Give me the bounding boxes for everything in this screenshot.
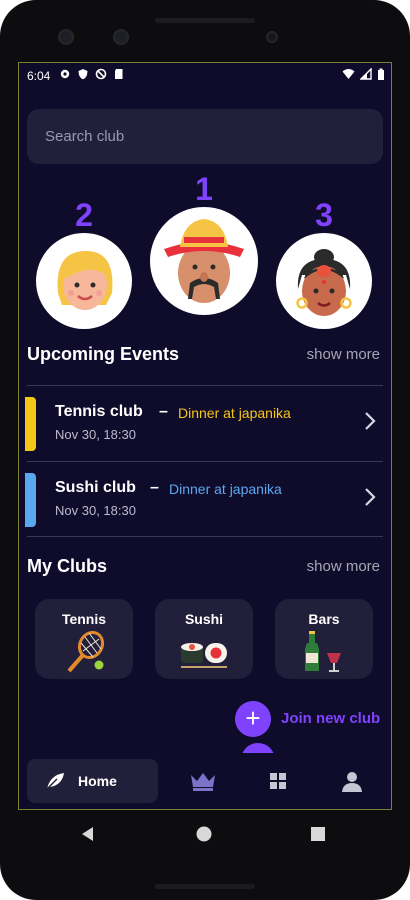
search-input[interactable]: Search club	[27, 109, 383, 164]
sombrero-man-avatar[interactable]	[150, 207, 258, 315]
upcoming-events-title: Upcoming Events	[27, 344, 180, 364]
home-leaf-icon	[45, 773, 64, 791]
divider	[27, 461, 383, 462]
bottom-speaker	[155, 884, 255, 889]
club-card-bars[interactable]: Bars	[275, 599, 373, 679]
crown-icon[interactable]	[189, 769, 217, 793]
event-subtitle: Dinner at japanika	[169, 481, 282, 497]
sushi-icon	[181, 643, 227, 668]
grid-icon[interactable]	[264, 769, 292, 793]
event-date: Nov 30, 18:30	[55, 503, 136, 518]
club-card-tennis[interactable]: Tennis	[35, 599, 133, 679]
proximity-sensor	[266, 31, 278, 43]
clubs-show-more-link[interactable]: show more	[307, 558, 380, 575]
club-label: Tennis	[61, 611, 107, 627]
chevron-right-icon	[365, 412, 376, 430]
event-separator: –	[159, 403, 168, 420]
tennis-racket-icon	[67, 631, 105, 673]
event-club-name: Tennis club	[55, 403, 143, 420]
upcoming-show-more-link[interactable]: show more	[307, 346, 380, 363]
home-button-icon[interactable]	[195, 825, 213, 843]
system-navigation-bar	[0, 810, 410, 860]
event-row-sushi[interactable]: Sushi club – Dinner at japanika Nov 30, …	[25, 473, 383, 533]
nav-home-label: Home	[78, 773, 117, 789]
event-color-bar	[25, 397, 36, 451]
divider	[27, 536, 383, 537]
rank-number-3: 3	[315, 197, 333, 233]
divider	[27, 385, 383, 386]
club-label: Bars	[308, 611, 340, 627]
app-screen: 6:04 Search club 2 1 3 Upcoming Events s…	[18, 62, 392, 810]
recent-apps-icon[interactable]	[309, 825, 327, 843]
back-icon[interactable]	[79, 825, 97, 843]
event-color-bar	[25, 473, 36, 527]
person-icon[interactable]	[338, 769, 366, 793]
dark-hair-woman-avatar[interactable]	[276, 233, 372, 329]
bottom-navigation: Home	[19, 753, 391, 809]
nav-home-tab[interactable]: Home	[27, 759, 158, 803]
circle-slash-icon	[95, 68, 107, 80]
battery-icon	[378, 68, 384, 80]
front-sensor	[113, 29, 129, 45]
chevron-right-icon	[365, 488, 376, 506]
event-club-name: Sushi club	[55, 479, 136, 496]
shield-icon	[78, 69, 88, 80]
blonde-woman-avatar[interactable]	[36, 233, 132, 329]
event-row-tennis[interactable]: Tennis club – Dinner at japanika Nov 30,…	[25, 397, 383, 457]
front-camera	[58, 29, 74, 45]
signal-icon	[360, 68, 372, 80]
status-time: 6:04	[27, 69, 51, 83]
join-club-button[interactable]: +	[235, 701, 271, 737]
club-card-sushi[interactable]: Sushi	[155, 599, 253, 679]
event-subtitle: Dinner at japanika	[178, 405, 291, 421]
my-clubs-title: My Clubs	[27, 556, 108, 576]
gear-icon	[60, 69, 70, 79]
rank-number-1: 1	[195, 171, 213, 207]
wifi-icon	[342, 69, 355, 79]
event-date: Nov 30, 18:30	[55, 427, 136, 442]
wine-bottle-icon	[305, 631, 341, 672]
phone-frame: 6:04 Search club 2 1 3 Upcoming Events s…	[0, 0, 410, 900]
join-club-label[interactable]: Join new club	[281, 710, 380, 727]
rank-number-2: 2	[75, 197, 93, 233]
sd-card-icon	[115, 69, 123, 79]
top-speaker	[155, 18, 255, 23]
event-separator: –	[150, 479, 159, 496]
status-bar: 6:04	[19, 63, 391, 87]
club-label: Sushi	[184, 611, 224, 627]
